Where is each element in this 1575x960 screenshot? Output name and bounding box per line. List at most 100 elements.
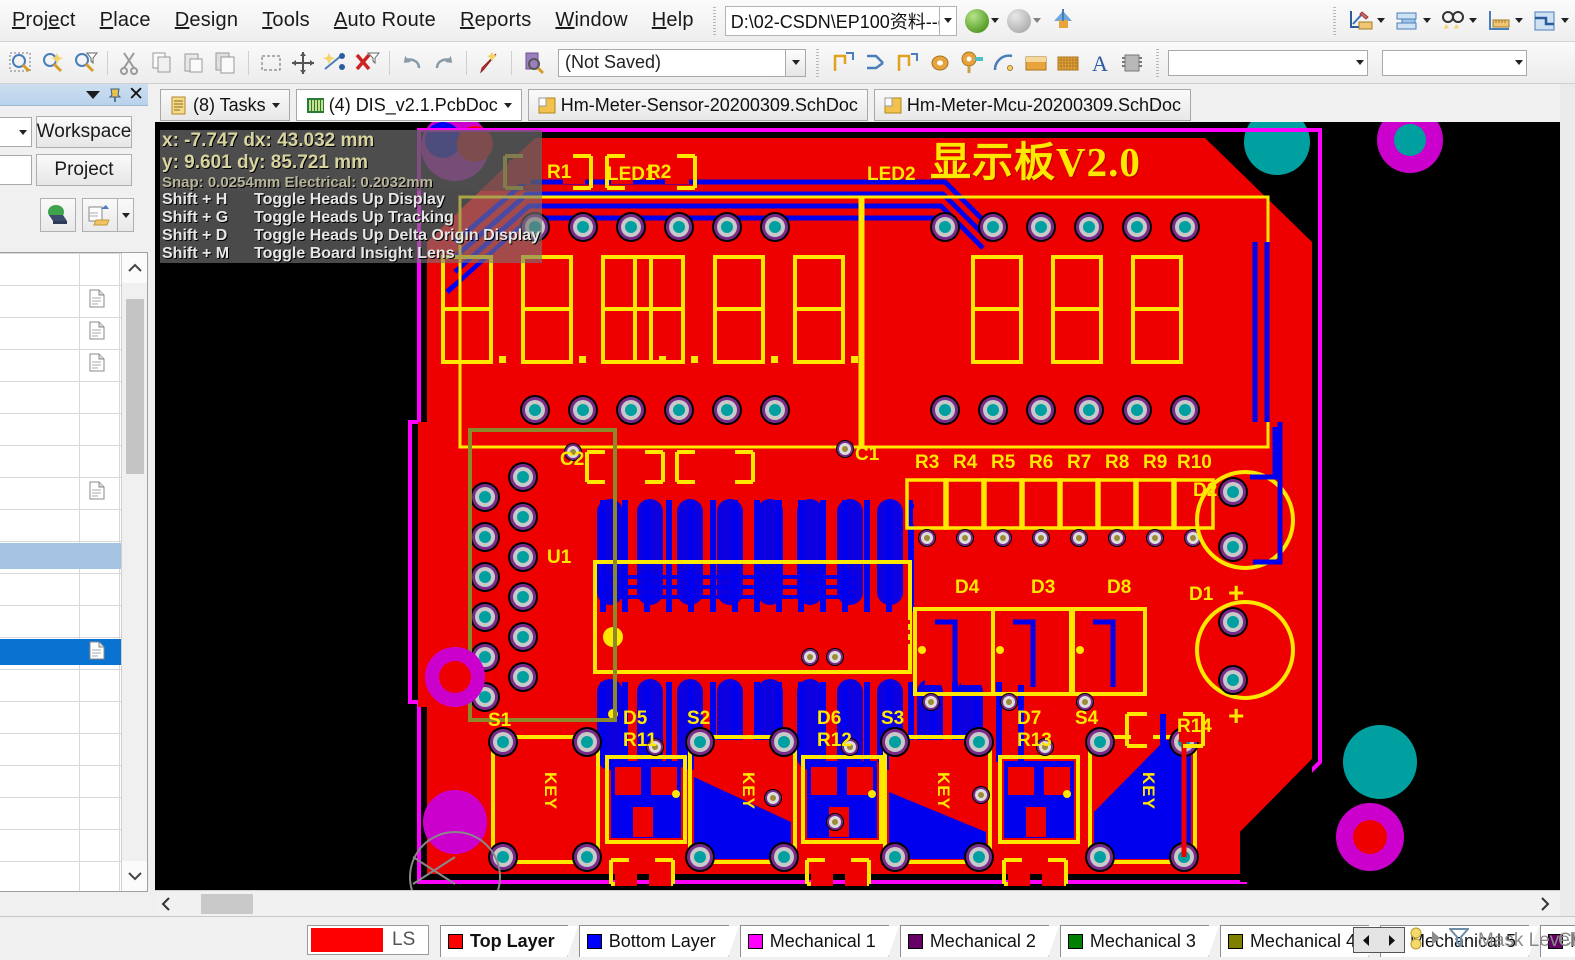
place-component-icon[interactable] bbox=[1119, 50, 1145, 76]
grid-row-highlight[interactable] bbox=[0, 543, 139, 569]
filter-icon[interactable] bbox=[1447, 928, 1471, 952]
project-button[interactable]: Project bbox=[36, 154, 132, 186]
measure-dropdown-icon[interactable] bbox=[1515, 18, 1523, 23]
saved-state-field[interactable]: (Not Saved) bbox=[558, 48, 786, 77]
close-icon[interactable]: ✕ bbox=[128, 85, 144, 104]
canvas-vscrollbar[interactable] bbox=[1560, 84, 1575, 916]
net-select-combo[interactable] bbox=[1168, 49, 1368, 76]
layer-tab-bottom-layer[interactable]: Bottom Layer bbox=[578, 925, 739, 958]
component-select-combo[interactable] bbox=[1382, 49, 1527, 76]
redo-icon[interactable] bbox=[431, 50, 457, 76]
align-icon[interactable] bbox=[322, 50, 348, 76]
menu-place[interactable]: Place bbox=[88, 5, 163, 36]
layer-stack-dropdown-icon[interactable] bbox=[1561, 18, 1569, 23]
tab-sensor-schdoc[interactable]: Hm-Meter-Sensor-20200309.SchDoc bbox=[527, 89, 868, 121]
workspace-button[interactable]: Workspace bbox=[36, 116, 132, 148]
scroll-left-icon[interactable] bbox=[155, 892, 177, 916]
place-string-icon[interactable]: A bbox=[1087, 50, 1113, 76]
panel-scrollbar[interactable] bbox=[121, 253, 147, 891]
inspector-icon[interactable] bbox=[521, 50, 547, 76]
scroll-right-icon[interactable] bbox=[1534, 892, 1556, 916]
paste-special-icon[interactable] bbox=[213, 50, 239, 76]
place-differential-pair-icon[interactable] bbox=[863, 50, 889, 76]
place-arc-icon[interactable] bbox=[991, 50, 1017, 76]
layer-tab-mechanical-4[interactable]: Mechanical 4 bbox=[1219, 925, 1380, 958]
measure-icon[interactable] bbox=[1486, 8, 1512, 34]
layer-tab-top-layer[interactable]: Top Layer bbox=[440, 925, 578, 958]
clear-label[interactable]: Cl bbox=[1558, 930, 1575, 952]
place-polygon-icon[interactable] bbox=[1055, 50, 1081, 76]
highlight-icon[interactable] bbox=[476, 50, 502, 76]
tab-tasks[interactable]: (8) Tasks bbox=[160, 89, 290, 121]
saved-state-dropdown[interactable] bbox=[786, 48, 806, 77]
canvas-hscrollbar[interactable] bbox=[155, 890, 1560, 916]
forward-dropdown-icon[interactable] bbox=[1032, 18, 1041, 23]
place-via-icon[interactable] bbox=[959, 50, 985, 76]
board-layers-dropdown-icon[interactable] bbox=[1423, 18, 1431, 23]
grid-row-selected[interactable] bbox=[0, 639, 139, 665]
scroll-right-icon[interactable] bbox=[1379, 928, 1404, 952]
place-fill-icon[interactable] bbox=[1023, 50, 1049, 76]
navigate-home-icon[interactable] bbox=[1050, 5, 1078, 36]
open-folder-dropdown-icon[interactable] bbox=[118, 198, 134, 232]
compile-icon[interactable] bbox=[40, 198, 76, 232]
layer-tab-mechanical-3[interactable]: Mechanical 3 bbox=[1059, 925, 1220, 958]
open-folder-icon[interactable] bbox=[82, 198, 118, 232]
navigate-forward-icon[interactable] bbox=[1006, 8, 1031, 33]
select-area-icon[interactable] bbox=[258, 50, 284, 76]
scroll-left-icon[interactable] bbox=[1354, 928, 1379, 952]
toolbar-grip[interactable] bbox=[710, 6, 720, 35]
menu-window[interactable]: Window bbox=[543, 5, 639, 36]
layer-tab-mechanical-1[interactable]: Mechanical 1 bbox=[739, 925, 899, 958]
right-toolbar-grip[interactable] bbox=[1331, 6, 1340, 35]
layer-set-button[interactable]: LS bbox=[307, 925, 429, 955]
workspace-combo[interactable] bbox=[0, 117, 32, 147]
combo-toolbar-grip[interactable] bbox=[1154, 48, 1163, 77]
pcb-canvas[interactable]: 显示板V2.0 LED1 R1 R2 LED2 C2 C1 R3 R4 R5 R… bbox=[155, 122, 1575, 890]
clear-filter-icon[interactable] bbox=[354, 50, 381, 76]
zoom-in-icon[interactable] bbox=[40, 50, 66, 76]
back-dropdown-icon[interactable] bbox=[990, 18, 999, 23]
place-track-icon[interactable] bbox=[831, 50, 857, 76]
find-similar-dropdown-icon[interactable] bbox=[1469, 18, 1477, 23]
scroll-down-icon[interactable] bbox=[122, 861, 147, 891]
tab-mcu-schdoc[interactable]: Hm-Meter-Mcu-20200309.SchDoc bbox=[873, 89, 1192, 121]
file-path-field[interactable]: D:\02-CSDN\EP100资料--ok\显示 bbox=[724, 5, 940, 36]
design-rules-icon[interactable] bbox=[1348, 8, 1374, 34]
scroll-up-icon[interactable] bbox=[122, 253, 147, 283]
place-toolbar-grip[interactable] bbox=[814, 48, 823, 77]
paste-icon[interactable] bbox=[181, 50, 207, 76]
project-combo[interactable] bbox=[0, 155, 32, 185]
layer-tab-mechanical-2[interactable]: Mechanical 2 bbox=[899, 925, 1059, 958]
project-file-grid[interactable]: 09.Sch 0309.S 0309.P bbox=[0, 252, 148, 892]
collapse-icon[interactable] bbox=[86, 90, 101, 99]
play-icon[interactable] bbox=[1429, 929, 1443, 952]
layer-sets-icon[interactable] bbox=[1408, 926, 1424, 957]
design-rules-dropdown-icon[interactable] bbox=[1377, 18, 1385, 23]
copy-icon[interactable] bbox=[149, 50, 175, 76]
zoom-filter-icon[interactable] bbox=[72, 50, 99, 76]
place-interactive-route-icon[interactable] bbox=[895, 50, 921, 76]
layer-scroll-nav[interactable] bbox=[1353, 927, 1405, 953]
move-icon[interactable] bbox=[290, 50, 316, 76]
file-path-dropdown[interactable] bbox=[939, 5, 957, 36]
pin-icon[interactable] bbox=[107, 87, 122, 102]
hscrollbar-thumb[interactable] bbox=[201, 894, 253, 914]
menu-auto-route[interactable]: Auto Route bbox=[322, 5, 448, 36]
place-pad-icon[interactable] bbox=[927, 50, 953, 76]
menu-reports[interactable]: Reports bbox=[448, 5, 543, 36]
cut-icon[interactable] bbox=[117, 50, 143, 76]
chevron-down-icon[interactable] bbox=[271, 102, 280, 108]
chevron-down-icon[interactable] bbox=[503, 102, 512, 108]
undo-icon[interactable] bbox=[399, 50, 425, 76]
menu-design[interactable]: Design bbox=[163, 5, 250, 36]
find-similar-icon[interactable] bbox=[1440, 8, 1466, 34]
navigate-back-icon[interactable] bbox=[964, 8, 989, 33]
menu-project[interactable]: Project bbox=[0, 5, 88, 36]
layer-stack-icon[interactable] bbox=[1532, 8, 1558, 34]
tab-pcb-doc[interactable]: (4) DIS_v2.1.PcbDoc bbox=[295, 89, 522, 121]
board-layers-icon[interactable] bbox=[1394, 8, 1420, 34]
menu-tools[interactable]: Tools bbox=[250, 5, 322, 36]
zoom-area-icon[interactable] bbox=[8, 50, 34, 76]
scrollbar-thumb[interactable] bbox=[126, 299, 144, 474]
